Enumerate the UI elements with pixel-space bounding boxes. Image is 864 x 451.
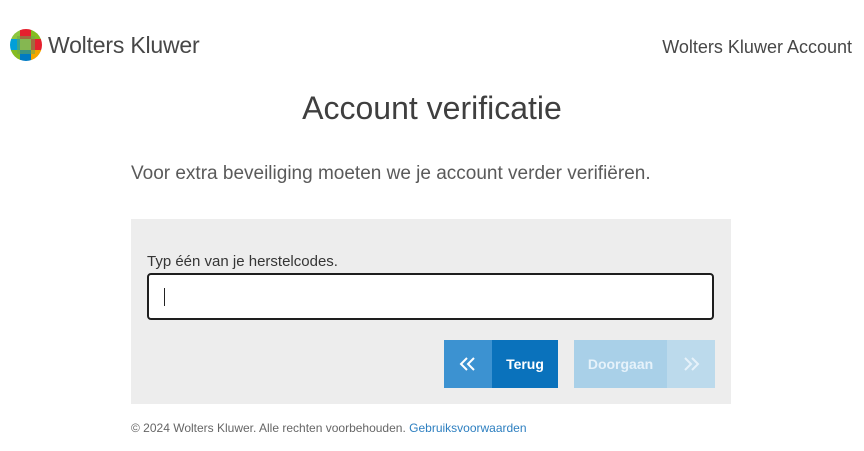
wolters-kluwer-logo-icon — [10, 29, 42, 61]
brand-name: Wolters Kluwer — [48, 31, 200, 58]
recovery-code-input[interactable] — [147, 273, 714, 320]
continue-button-label: Doorgaan — [574, 340, 667, 388]
copyright-text: © 2024 Wolters Kluwer. Alle rechten voor… — [131, 421, 406, 435]
double-chevron-right-icon — [667, 340, 715, 388]
brand-logo[interactable]: Wolters Kluwer — [9, 28, 200, 62]
header: Wolters Kluwer Wolters Kluwer Account — [0, 0, 864, 90]
double-chevron-left-icon — [444, 340, 492, 388]
recovery-code-label: Typ één van je herstelcodes. — [147, 253, 338, 270]
page-subtitle: Voor extra beveiliging moeten we je acco… — [131, 163, 651, 184]
terms-link[interactable]: Gebruiksvoorwaarden — [409, 421, 526, 435]
back-button[interactable]: Terug — [444, 340, 558, 388]
continue-button[interactable]: Doorgaan — [574, 340, 715, 388]
account-link[interactable]: Wolters Kluwer Account — [662, 37, 852, 58]
back-button-label: Terug — [492, 340, 558, 388]
footer: © 2024 Wolters Kluwer. Alle rechten voor… — [131, 421, 527, 435]
page-title: Account verificatie — [302, 90, 562, 126]
text-caret — [164, 288, 165, 306]
verification-panel: Typ één van je herstelcodes. Terug Doorg… — [131, 219, 731, 404]
